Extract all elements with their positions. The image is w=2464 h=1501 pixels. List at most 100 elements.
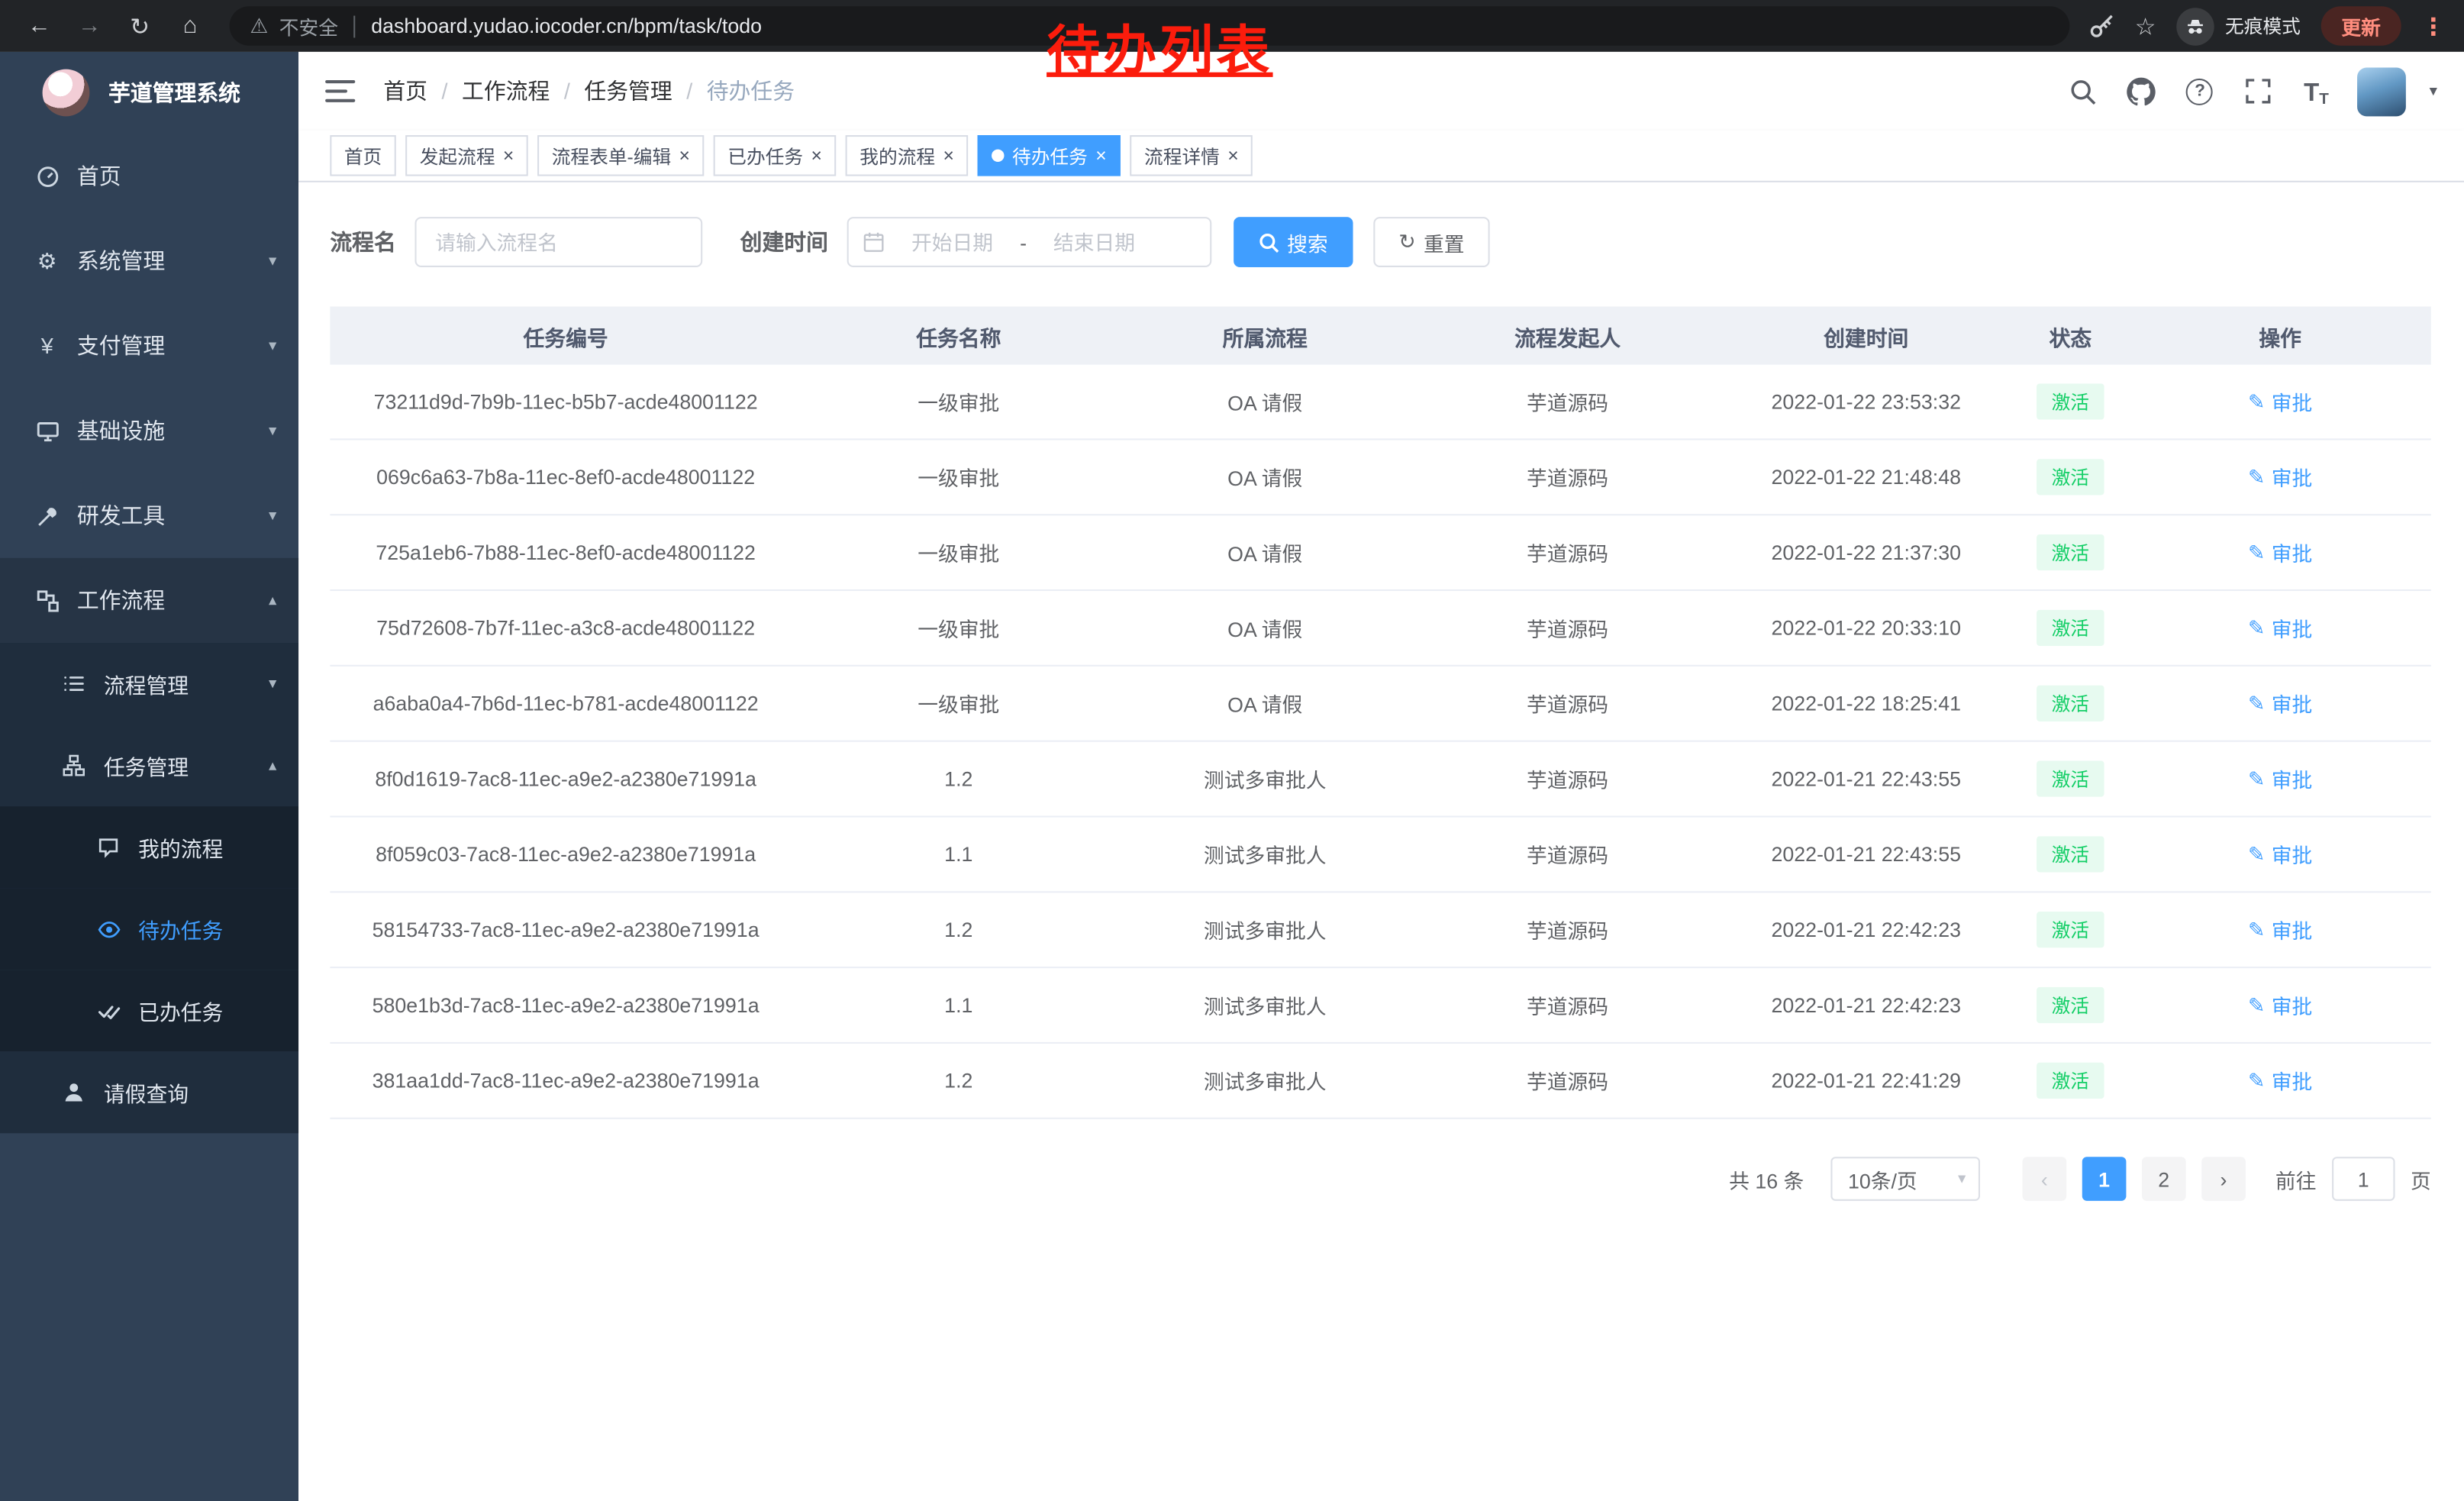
table-row: 725a1eb6-7b88-11ec-8ef0-acde48001122 一级审… <box>330 515 2430 591</box>
approve-link[interactable]: ✎审批 <box>2248 839 2312 869</box>
close-icon[interactable]: × <box>679 146 689 165</box>
app-title: 芋道管理系统 <box>108 77 240 108</box>
close-icon[interactable]: × <box>811 146 821 165</box>
breadcrumb-workflow[interactable]: 工作流程 <box>462 76 550 107</box>
page-size-select[interactable]: 10条/页 ▾ <box>1830 1157 1980 1201</box>
close-icon[interactable]: × <box>943 146 953 165</box>
date-range-picker[interactable]: - <box>847 217 1212 267</box>
page-1-button[interactable]: 1 <box>2082 1157 2127 1201</box>
table-header: 任务编号 任务名称 所属流程 流程发起人 创建时间 状态 操作 <box>330 306 2430 364</box>
github-icon[interactable] <box>2124 74 2159 108</box>
page-2-button[interactable]: 2 <box>2142 1157 2186 1201</box>
search-icon[interactable] <box>2066 74 2101 108</box>
cell-initiator: 芋道源码 <box>1414 915 1721 944</box>
cell-initiator: 芋道源码 <box>1414 613 1721 643</box>
sidebar-item-workflow[interactable]: 工作流程 ▴ <box>0 558 298 643</box>
search-button[interactable]: 搜索 <box>1234 217 1353 267</box>
password-key-icon[interactable] <box>2088 12 2114 39</box>
approve-link[interactable]: ✎审批 <box>2248 990 2312 1020</box>
chevron-down-icon: ▾ <box>269 507 276 525</box>
sidebar-item-dev-tools[interactable]: 研发工具 ▾ <box>0 473 298 558</box>
goto-label: 前往 <box>2275 1164 2317 1193</box>
breadcrumb-task-management[interactable]: 任务管理 <box>584 76 672 107</box>
update-button[interactable]: 更新 <box>2321 6 2401 45</box>
browser-reload-icon[interactable]: ↻ <box>126 11 154 40</box>
avatar[interactable] <box>2357 66 2406 115</box>
table-body: 73211d9d-7b9b-11ec-b5b7-acde48001122 一级审… <box>330 365 2430 1119</box>
help-icon[interactable]: ? <box>2182 74 2217 108</box>
tab-todo-tasks[interactable]: 待办任务 × <box>978 135 1121 176</box>
breadcrumb-home[interactable]: 首页 <box>383 76 427 107</box>
status-badge: 激活 <box>2037 459 2103 495</box>
sidebar-item-infrastructure[interactable]: 基础设施 ▾ <box>0 388 298 473</box>
cell-initiator: 芋道源码 <box>1414 386 1721 416</box>
tab-process-form-edit[interactable]: 流程表单-编辑 × <box>537 135 704 176</box>
tags-view-bar: 首页 发起流程 × 流程表单-编辑 × 已办任务 × 我的流程 × <box>298 131 2464 182</box>
tab-done-tasks[interactable]: 已办任务 × <box>714 135 837 176</box>
browser-menu-icon[interactable]: ⋮ <box>2421 11 2445 40</box>
font-size-icon[interactable]: TT <box>2299 74 2333 108</box>
approve-link[interactable]: ✎审批 <box>2248 537 2312 567</box>
tab-my-processes[interactable]: 我的流程 × <box>846 135 969 176</box>
table-row: 580e1b3d-7ac8-11ec-a9e2-a2380e71991a 1.1… <box>330 968 2430 1044</box>
approve-link[interactable]: ✎审批 <box>2248 1066 2312 1096</box>
close-icon[interactable]: × <box>1227 146 1238 165</box>
fullscreen-icon[interactable] <box>2241 74 2275 108</box>
approve-link[interactable]: ✎审批 <box>2248 689 2312 718</box>
bookmark-star-icon[interactable]: ☆ <box>2135 11 2156 40</box>
chevron-down-icon: ▾ <box>1958 1170 1966 1188</box>
cell-task-id: 75d72608-7b7f-11ec-a3c8-acde48001122 <box>330 616 801 640</box>
cell-create-time: 2022-01-22 21:37:30 <box>1721 541 2011 564</box>
eye-icon <box>95 917 123 941</box>
reset-button[interactable]: ↻ 重置 <box>1373 217 1489 267</box>
sidebar-item-todo-tasks[interactable]: 待办任务 <box>0 888 298 970</box>
tools-icon <box>33 504 61 528</box>
sidebar-item-my-processes[interactable]: 我的流程 <box>0 806 298 888</box>
process-name-input[interactable] <box>414 217 702 267</box>
table-row: 069c6a63-7b8a-11ec-8ef0-acde48001122 一级审… <box>330 440 2430 515</box>
dashboard-icon <box>33 164 61 188</box>
cell-process: OA 请假 <box>1116 386 1414 416</box>
pencil-icon: ✎ <box>2248 464 2265 489</box>
cell-process: OA 请假 <box>1116 462 1414 492</box>
tab-home[interactable]: 首页 <box>330 135 395 176</box>
chevron-down-icon[interactable]: ▾ <box>2430 82 2437 100</box>
monitor-icon <box>33 419 61 443</box>
browser-home-icon[interactable]: ⌂ <box>176 12 205 39</box>
app-logo[interactable]: 芋道管理系统 <box>0 52 298 134</box>
status-badge: 激活 <box>2037 383 2103 419</box>
filter-bar: 流程名 创建时间 - 搜索 <box>330 217 2430 267</box>
status-badge: 激活 <box>2037 534 2103 570</box>
start-date-input[interactable] <box>889 231 1015 254</box>
cell-process: OA 请假 <box>1116 537 1414 567</box>
tab-process-detail[interactable]: 流程详情 × <box>1130 135 1253 176</box>
sidebar-item-done-tasks[interactable]: 已办任务 <box>0 970 298 1051</box>
close-icon[interactable]: × <box>1095 146 1106 165</box>
workflow-icon <box>33 589 61 612</box>
sidebar-item-payment-management[interactable]: ¥ 支付管理 ▾ <box>0 303 298 388</box>
sidebar-toggle-icon[interactable] <box>325 79 355 103</box>
approve-link[interactable]: ✎审批 <box>2248 386 2312 416</box>
sidebar-item-process-management[interactable]: 流程管理 ▾ <box>0 643 298 725</box>
sidebar-item-system-management[interactable]: ⚙ 系统管理 ▾ <box>0 218 298 303</box>
table-row: 8f0d1619-7ac8-11ec-a9e2-a2380e71991a 1.2… <box>330 742 2430 818</box>
approve-link[interactable]: ✎审批 <box>2248 764 2312 794</box>
sidebar-item-leave-query[interactable]: 请假查询 <box>0 1051 298 1133</box>
approve-link[interactable]: ✎审批 <box>2248 915 2312 944</box>
sidebar-item-home[interactable]: 首页 <box>0 134 298 218</box>
cell-process: 测试多审批人 <box>1116 839 1414 869</box>
table-row: 381aa1dd-7ac8-11ec-a9e2-a2380e71991a 1.2… <box>330 1044 2430 1119</box>
sidebar-item-task-management[interactable]: 任务管理 ▴ <box>0 725 298 806</box>
close-icon[interactable]: × <box>503 146 514 165</box>
cell-task-id: 580e1b3d-7ac8-11ec-a9e2-a2380e71991a <box>330 993 801 1017</box>
browser-forward-icon[interactable]: → <box>76 12 104 39</box>
browser-back-icon[interactable]: ← <box>25 12 53 39</box>
end-date-input[interactable] <box>1031 231 1157 254</box>
approve-link[interactable]: ✎审批 <box>2248 613 2312 643</box>
logo-image <box>43 69 90 117</box>
approve-link[interactable]: ✎审批 <box>2248 462 2312 492</box>
prev-page-button[interactable]: ‹ <box>2022 1157 2066 1201</box>
goto-page-input[interactable] <box>2332 1157 2395 1201</box>
next-page-button[interactable]: › <box>2201 1157 2246 1201</box>
tab-launch-process[interactable]: 发起流程 × <box>405 135 528 176</box>
